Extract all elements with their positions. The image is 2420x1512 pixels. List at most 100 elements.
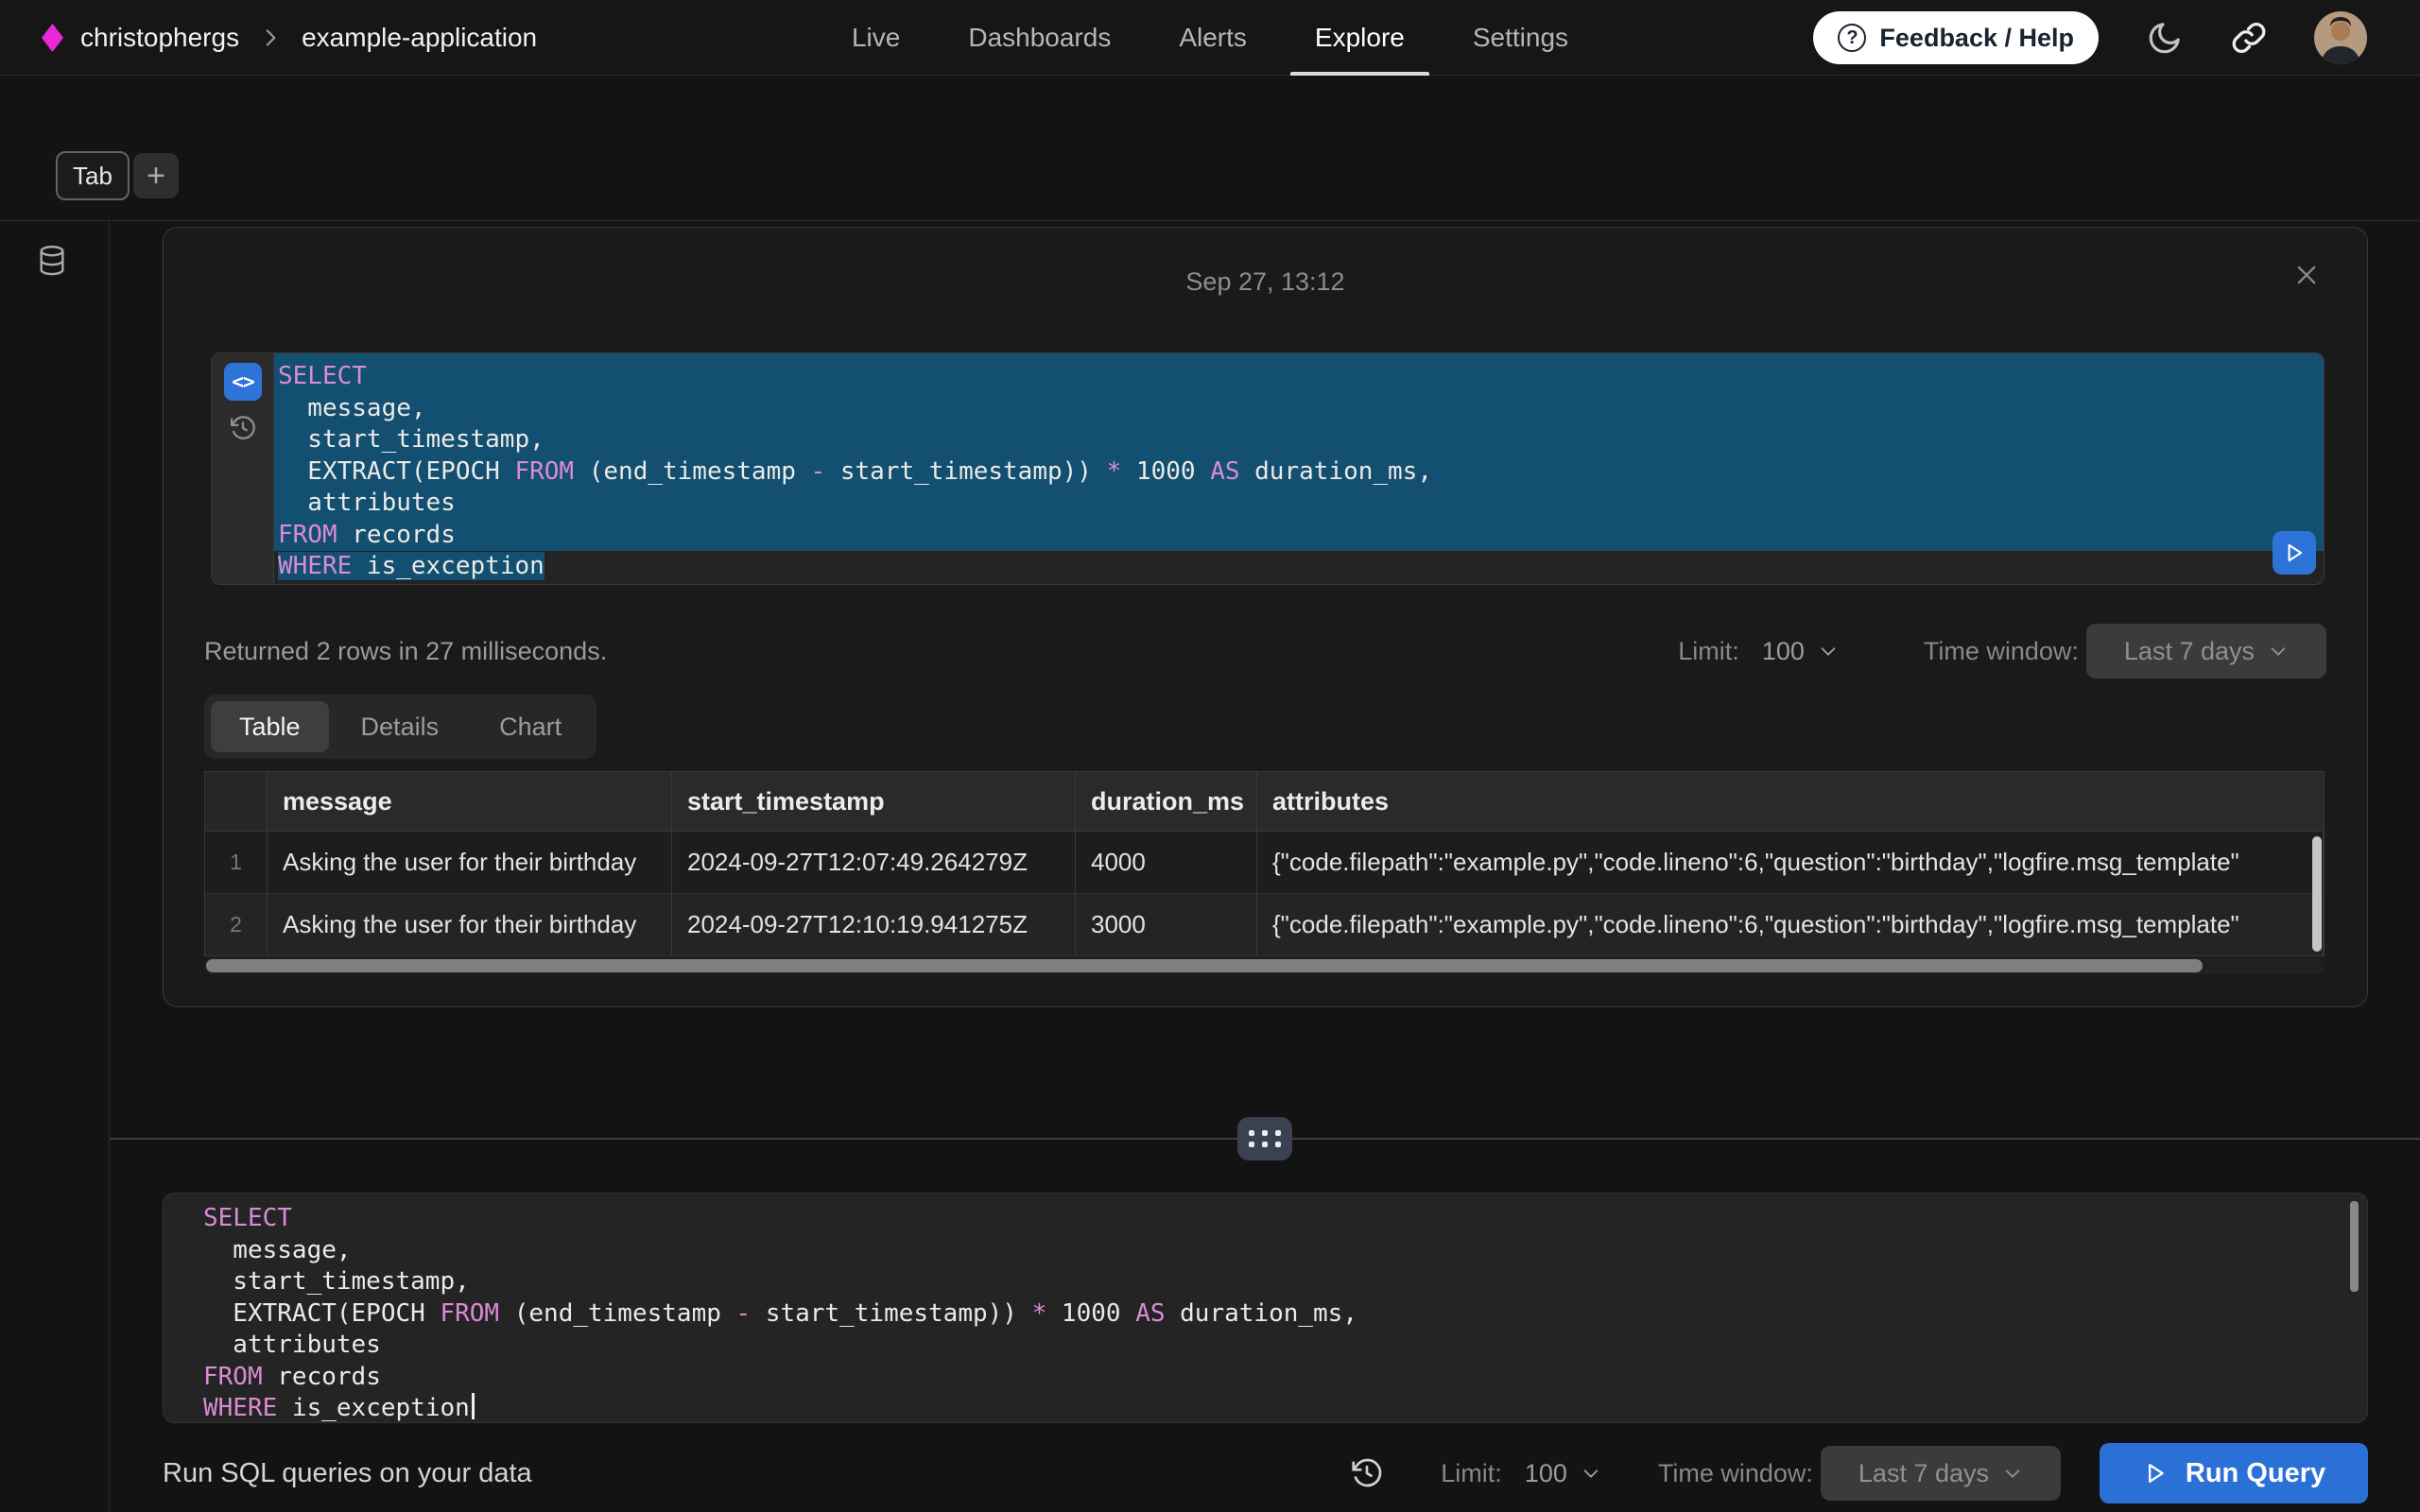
breadcrumb-org[interactable]: christophergs (80, 23, 239, 53)
result-meta-row: Returned 2 rows in 27 milliseconds. Limi… (204, 623, 2326, 679)
handle-dot (1249, 1130, 1254, 1136)
share-link-icon[interactable] (2231, 20, 2267, 56)
view-tab-chart[interactable]: Chart (471, 701, 590, 752)
horizontal-scrollbar-thumb[interactable] (206, 959, 2203, 972)
breadcrumb: christophergs example-application (42, 0, 537, 76)
query-editor-code: SELECT message, start_timestamp, EXTRACT… (164, 1203, 2367, 1423)
limit-dropdown[interactable]: 100 (1762, 637, 1839, 666)
navbar-right: ? Feedback / Help (1813, 0, 2367, 76)
code-line: attributes (274, 488, 2324, 520)
time-window-value: Last 7 days (2124, 637, 2255, 666)
code-line: start_timestamp, (164, 1266, 2367, 1298)
close-icon[interactable] (2293, 262, 2320, 293)
theme-toggle-moon-icon[interactable] (2146, 19, 2184, 57)
table-cell-attributes: {"code.filepath":"example.py","code.line… (1257, 894, 2324, 955)
top-navbar: christophergs example-application Live Da… (0, 0, 2420, 76)
table-corner-cell (205, 772, 268, 831)
column-header-start_timestamp: start_timestamp (672, 772, 1076, 831)
query-viewer-gutter: <> (212, 353, 274, 584)
limit-label: Limit: (1678, 637, 1739, 666)
table-header-row: messagestart_timestampduration_msattribu… (205, 772, 2324, 832)
column-header-duration_ms: duration_ms (1076, 772, 1257, 831)
limit-value: 100 (1525, 1459, 1567, 1488)
nav-item-settings[interactable]: Settings (1473, 0, 1568, 76)
handle-dot (1249, 1142, 1254, 1147)
chevron-down-icon (1818, 641, 1839, 662)
text-cursor (472, 1393, 475, 1419)
column-header-attributes: attributes (1257, 772, 2324, 831)
code-line: WHERE is_exception (164, 1393, 2367, 1423)
code-icon[interactable]: <> (224, 363, 262, 401)
history-icon[interactable] (229, 414, 257, 447)
nav-item-label: Alerts (1179, 23, 1247, 53)
add-tab-button[interactable]: + (133, 153, 179, 198)
nav-item-label: Live (852, 23, 900, 53)
time-window-dropdown[interactable]: Last 7 days (1821, 1446, 2061, 1501)
table-cell-message: Asking the user for their birthday (268, 832, 672, 893)
resize-handle[interactable] (1237, 1117, 1292, 1160)
table-cell-duration_ms: 3000 (1076, 894, 1257, 955)
chevron-down-icon (2268, 641, 2289, 662)
content-top-border (0, 220, 2420, 221)
nav-item-label: Dashboards (968, 23, 1111, 53)
table-cell-start_timestamp: 2024-09-27T12:07:49.264279Z (672, 832, 1076, 893)
code-line: WHERE is_exception (274, 551, 2324, 583)
row-number: 2 (205, 894, 268, 955)
code-line: attributes (164, 1330, 2367, 1362)
user-avatar[interactable] (2314, 11, 2367, 64)
explore-page: christophergs example-application Live Da… (0, 0, 2420, 1512)
code-line: FROM records (164, 1362, 2367, 1394)
database-schema-icon[interactable] (36, 244, 68, 284)
handle-dot (1262, 1142, 1268, 1147)
query-viewer: <> SELECT message, start_timestamp, EXTR… (211, 352, 2325, 585)
time-window-label: Time window: (1924, 637, 2079, 666)
result-table: messagestart_timestampduration_msattribu… (204, 771, 2325, 956)
code-line: EXTRACT(EPOCH FROM (end_timestamp - star… (274, 456, 2324, 489)
query-viewer-code[interactable]: SELECT message, start_timestamp, EXTRACT… (274, 353, 2324, 584)
horizontal-scrollbar-track (204, 957, 2325, 974)
sql-editor[interactable]: SELECT message, start_timestamp, EXTRACT… (163, 1193, 2368, 1423)
column-header-message: message (268, 772, 672, 831)
feedback-help-label: Feedback / Help (1879, 24, 2074, 53)
result-summary: Returned 2 rows in 27 milliseconds. (204, 637, 607, 666)
feedback-help-button[interactable]: ? Feedback / Help (1813, 11, 2099, 64)
footer-controls: Limit: 100 Time window: Last 7 days Run … (1350, 1443, 2368, 1503)
view-tab-table[interactable]: Table (211, 701, 329, 752)
table-cell-start_timestamp: 2024-09-27T12:10:19.941275Z (672, 894, 1076, 955)
vertical-scrollbar[interactable] (2312, 836, 2322, 952)
handle-dot (1275, 1130, 1281, 1136)
code-line: start_timestamp, (274, 424, 2324, 456)
code-line: EXTRACT(EPOCH FROM (end_timestamp - star… (164, 1298, 2367, 1331)
handle-dot (1275, 1142, 1281, 1147)
nav-item-label: Explore (1315, 23, 1405, 53)
history-icon[interactable] (1350, 1456, 1384, 1490)
sidebar-divider (109, 221, 110, 1512)
run-query-button[interactable]: Run Query (2100, 1443, 2368, 1503)
run-query-icon-button[interactable] (2273, 531, 2316, 575)
table-row[interactable]: 1Asking the user for their birthday2024-… (205, 832, 2324, 894)
query-detail-panel: Sep 27, 13:12 <> SELECT message, start_t… (163, 227, 2368, 1007)
nav-item-alerts[interactable]: Alerts (1179, 0, 1247, 76)
view-tabs: TableDetailsChart (204, 695, 596, 759)
nav-item-explore[interactable]: Explore (1315, 0, 1405, 76)
row-number: 1 (205, 832, 268, 893)
nav-item-live[interactable]: Live (852, 0, 900, 76)
editor-scrollbar-thumb[interactable] (2350, 1201, 2359, 1292)
breadcrumb-project[interactable]: example-application (302, 23, 537, 53)
time-window-dropdown[interactable]: Last 7 days (2086, 624, 2326, 679)
handle-dot (1262, 1130, 1268, 1136)
play-icon (2142, 1460, 2169, 1486)
nav-items: Live Dashboards Alerts Explore Settings (852, 0, 1568, 76)
limit-dropdown[interactable]: 100 (1525, 1459, 1601, 1488)
chevron-down-icon (2002, 1463, 2023, 1484)
code-line: message, (164, 1235, 2367, 1267)
time-window-value: Last 7 days (1858, 1459, 1989, 1488)
limit-value: 100 (1762, 637, 1805, 666)
table-cell-duration_ms: 4000 (1076, 832, 1257, 893)
view-tab-details[interactable]: Details (333, 701, 468, 752)
nav-item-dashboards[interactable]: Dashboards (968, 0, 1111, 76)
table-cell-message: Asking the user for their birthday (268, 894, 672, 955)
table-row[interactable]: 2Asking the user for their birthday2024-… (205, 894, 2324, 956)
query-tab[interactable]: Tab (56, 151, 130, 200)
logfire-logo-icon[interactable] (42, 24, 63, 52)
